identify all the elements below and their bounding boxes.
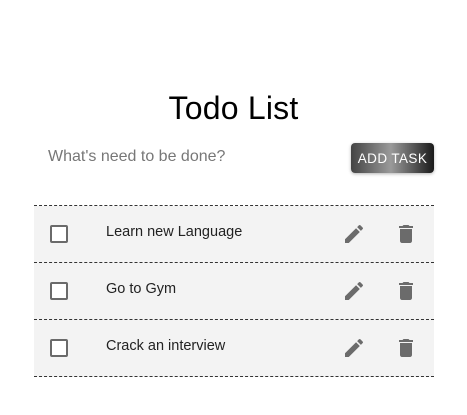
pencil-icon[interactable] xyxy=(342,279,366,303)
pencil-icon[interactable] xyxy=(342,222,366,246)
task-checkbox[interactable] xyxy=(50,282,68,300)
page-title: Todo List xyxy=(168,90,299,127)
pencil-icon[interactable] xyxy=(342,336,366,360)
task-row: Go to Gym xyxy=(34,263,434,320)
trash-icon[interactable] xyxy=(394,336,418,360)
trash-icon[interactable] xyxy=(394,279,418,303)
new-task-input[interactable] xyxy=(48,143,338,171)
trash-icon[interactable] xyxy=(394,222,418,246)
task-label: Go to Gym xyxy=(106,281,177,297)
add-task-button[interactable]: ADD TASK xyxy=(351,143,434,173)
task-list: Learn new Language Go to Gym Crack an in… xyxy=(34,205,434,377)
task-label: Crack an interview xyxy=(106,338,226,354)
task-checkbox[interactable] xyxy=(50,225,68,243)
task-row: Crack an interview xyxy=(34,320,434,377)
task-checkbox[interactable] xyxy=(50,339,68,357)
task-label: Learn new Language xyxy=(106,224,243,240)
task-row: Learn new Language xyxy=(34,206,434,263)
